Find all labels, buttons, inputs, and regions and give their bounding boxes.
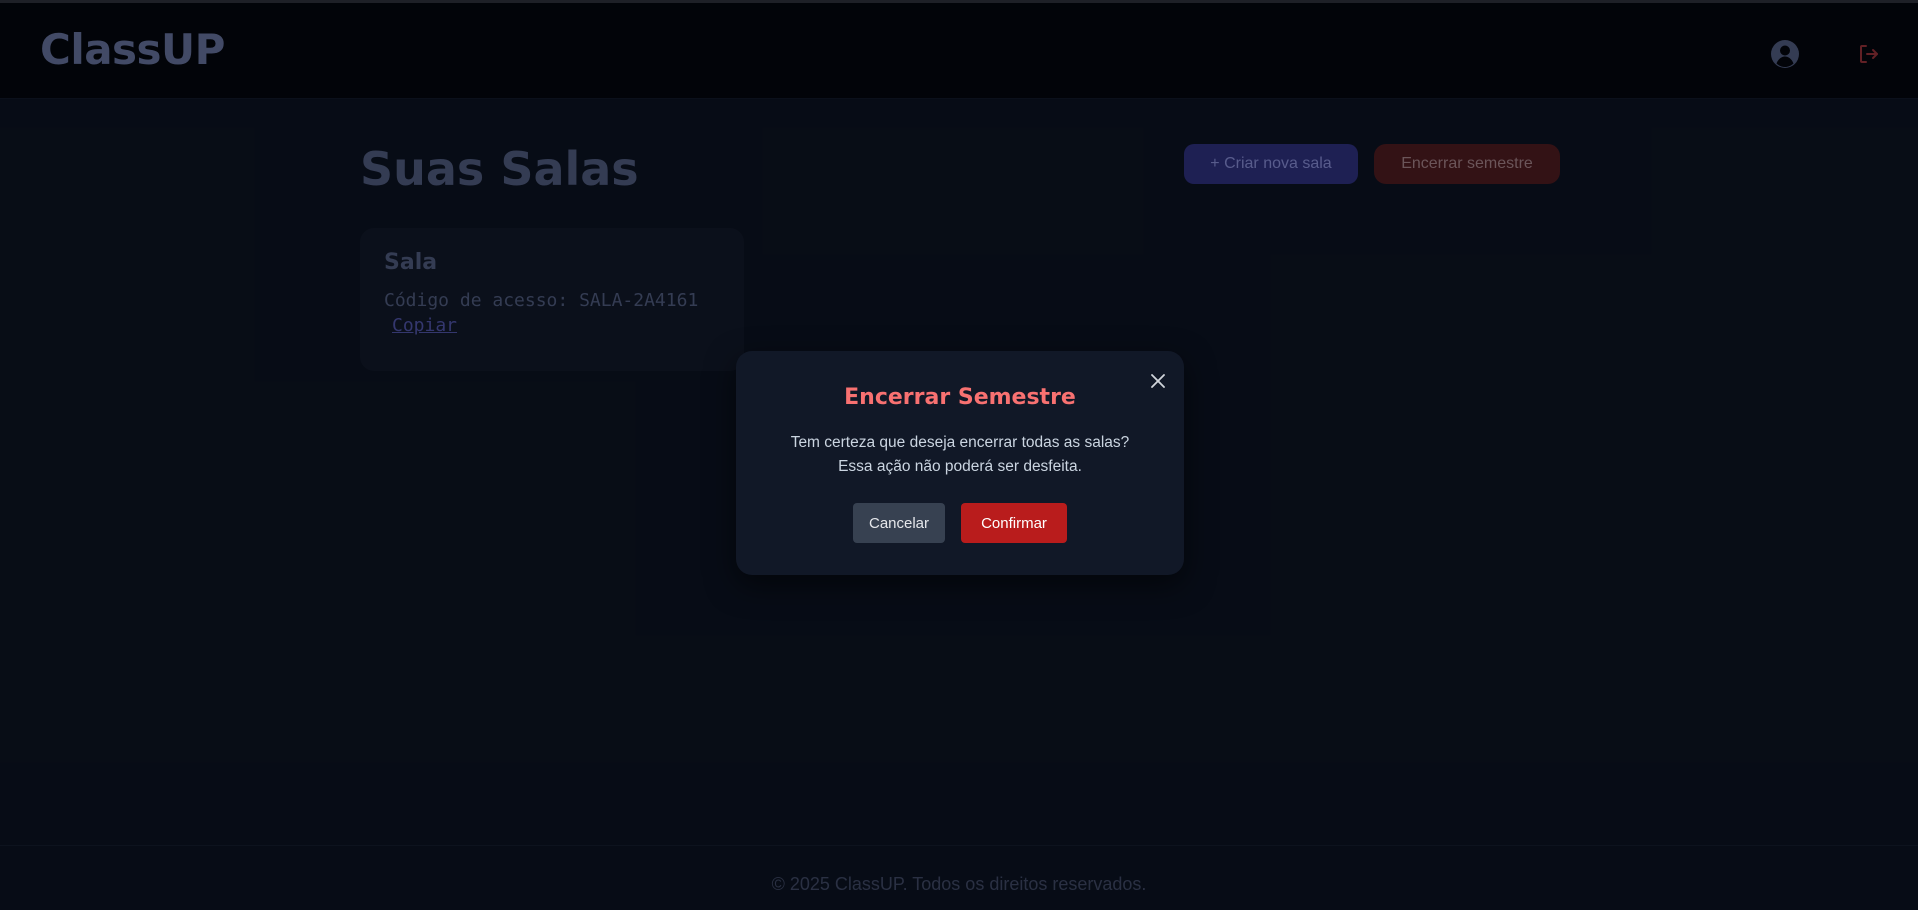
modal-message: Tem certeza que deseja encerrar todas as… <box>790 434 1130 475</box>
modal-actions: Cancelar Confirmar <box>736 503 1184 543</box>
modal-title: Encerrar Semestre <box>844 385 1076 410</box>
end-semester-modal: Encerrar Semestre Tem certeza que deseja… <box>736 351 1184 575</box>
cancel-button[interactable]: Cancelar <box>853 503 945 543</box>
confirm-button[interactable]: Confirmar <box>961 503 1067 543</box>
